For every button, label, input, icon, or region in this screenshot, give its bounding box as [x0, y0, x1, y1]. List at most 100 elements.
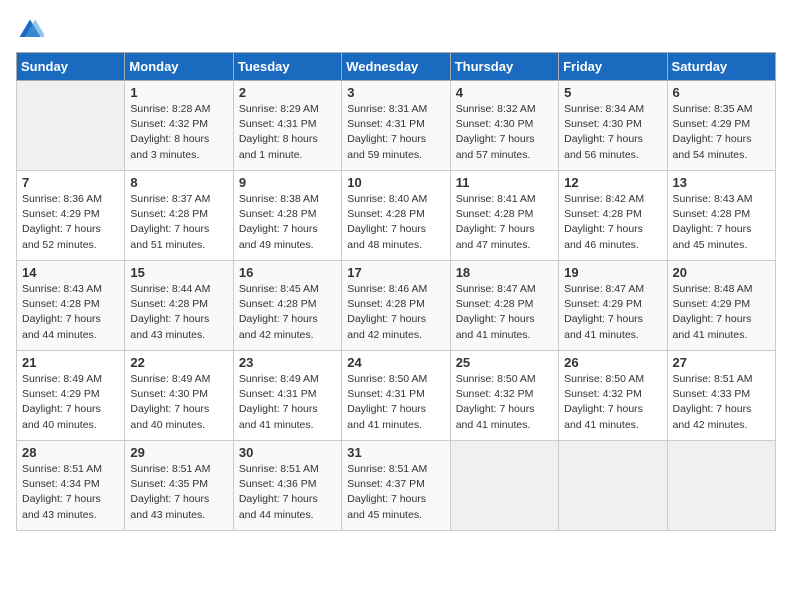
calendar-cell: 8 Sunrise: 8:37 AMSunset: 4:28 PMDaylight… — [125, 171, 233, 261]
day-number: 10 — [347, 175, 444, 190]
calendar-cell: 13 Sunrise: 8:43 AMSunset: 4:28 PMDayligh… — [667, 171, 775, 261]
day-number: 2 — [239, 85, 336, 100]
calendar-cell: 20Sunrise: 8:48 AMSunset: 4:29 PMDayligh… — [667, 261, 775, 351]
day-number: 26 — [564, 355, 661, 370]
day-info: Sunrise: 8:36 AMSunset: 4:29 PMDaylight:… — [22, 192, 119, 253]
calendar-cell: 4Sunrise: 8:32 AMSunset: 4:30 PMDaylight… — [450, 81, 558, 171]
day-number: 22 — [130, 355, 227, 370]
calendar-cell: 26Sunrise: 8:50 AMSunset: 4:32 PMDayligh… — [559, 351, 667, 441]
day-number: 25 — [456, 355, 553, 370]
day-number: 6 — [673, 85, 770, 100]
calendar-cell: 7 Sunrise: 8:36 AMSunset: 4:29 PMDaylight… — [17, 171, 125, 261]
day-info: Sunrise: 8:44 AMSunset: 4:28 PMDaylight:… — [130, 282, 227, 343]
logo — [16, 16, 48, 44]
calendar-cell: 12Sunrise: 8:42 AMSunset: 4:28 PMDayligh… — [559, 171, 667, 261]
calendar-cell — [559, 441, 667, 531]
weekday-header-wednesday: Wednesday — [342, 53, 450, 81]
weekday-header-monday: Monday — [125, 53, 233, 81]
day-number: 27 — [673, 355, 770, 370]
day-info: Sunrise: 8:50 AMSunset: 4:31 PMDaylight:… — [347, 372, 444, 433]
weekday-header-saturday: Saturday — [667, 53, 775, 81]
day-info: Sunrise: 8:51 AMSunset: 4:36 PMDaylight:… — [239, 462, 336, 523]
day-info: Sunrise: 8:51 AMSunset: 4:37 PMDaylight:… — [347, 462, 444, 523]
weekday-header-thursday: Thursday — [450, 53, 558, 81]
calendar-cell: 15 Sunrise: 8:44 AMSunset: 4:28 PMDayligh… — [125, 261, 233, 351]
calendar-cell: 6Sunrise: 8:35 AMSunset: 4:29 PMDaylight… — [667, 81, 775, 171]
day-info: Sunrise: 8:38 AMSunset: 4:28 PMDaylight:… — [239, 192, 336, 253]
calendar-cell: 28Sunrise: 8:51 AMSunset: 4:34 PMDayligh… — [17, 441, 125, 531]
calendar-cell: 5 Sunrise: 8:34 AMSunset: 4:30 PMDaylight… — [559, 81, 667, 171]
calendar-cell: 19 Sunrise: 8:47 AMSunset: 4:29 PMDayligh… — [559, 261, 667, 351]
calendar-cell: 14 Sunrise: 8:43 AMSunset: 4:28 PMDayligh… — [17, 261, 125, 351]
calendar-cell: 17 Sunrise: 8:46 AMSunset: 4:28 PMDayligh… — [342, 261, 450, 351]
day-number: 24 — [347, 355, 444, 370]
day-info: Sunrise: 8:46 AMSunset: 4:28 PMDaylight:… — [347, 282, 444, 343]
calendar-cell: 25 Sunrise: 8:50 AMSunset: 4:32 PMDayligh… — [450, 351, 558, 441]
day-info: Sunrise: 8:49 AMSunset: 4:29 PMDaylight:… — [22, 372, 119, 433]
day-info: Sunrise: 8:40 AMSunset: 4:28 PMDaylight:… — [347, 192, 444, 253]
calendar-cell: 11 Sunrise: 8:41 AMSunset: 4:28 PMDayligh… — [450, 171, 558, 261]
day-info: Sunrise: 8:28 AMSunset: 4:32 PMDaylight:… — [130, 102, 227, 163]
day-info: Sunrise: 8:49 AMSunset: 4:30 PMDaylight:… — [130, 372, 227, 433]
day-info: Sunrise: 8:51 AMSunset: 4:33 PMDaylight:… — [673, 372, 770, 433]
day-info: Sunrise: 8:41 AMSunset: 4:28 PMDaylight:… — [456, 192, 553, 253]
day-info: Sunrise: 8:47 AMSunset: 4:28 PMDaylight:… — [456, 282, 553, 343]
weekday-header-row: SundayMondayTuesdayWednesdayThursdayFrid… — [17, 53, 776, 81]
day-number: 11 — [456, 175, 553, 190]
calendar-cell — [17, 81, 125, 171]
calendar-cell: 22 Sunrise: 8:49 AMSunset: 4:30 PMDayligh… — [125, 351, 233, 441]
calendar-cell: 10 Sunrise: 8:40 AMSunset: 4:28 PMDayligh… — [342, 171, 450, 261]
day-info: Sunrise: 8:48 AMSunset: 4:29 PMDaylight:… — [673, 282, 770, 343]
day-number: 28 — [22, 445, 119, 460]
weekday-header-sunday: Sunday — [17, 53, 125, 81]
day-number: 8 — [130, 175, 227, 190]
logo-icon — [16, 16, 44, 44]
day-info: Sunrise: 8:51 AMSunset: 4:35 PMDaylight:… — [130, 462, 227, 523]
calendar-cell: 31 Sunrise: 8:51 AMSunset: 4:37 PMDayligh… — [342, 441, 450, 531]
day-number: 13 — [673, 175, 770, 190]
day-info: Sunrise: 8:37 AMSunset: 4:28 PMDaylight:… — [130, 192, 227, 253]
calendar-cell: 29 Sunrise: 8:51 AMSunset: 4:35 PMDayligh… — [125, 441, 233, 531]
week-row-1: 1 Sunrise: 8:28 AMSunset: 4:32 PMDaylight… — [17, 81, 776, 171]
day-number: 12 — [564, 175, 661, 190]
calendar-cell: 18 Sunrise: 8:47 AMSunset: 4:28 PMDayligh… — [450, 261, 558, 351]
calendar-cell — [667, 441, 775, 531]
calendar-cell: 30 Sunrise: 8:51 AMSunset: 4:36 PMDayligh… — [233, 441, 341, 531]
day-info: Sunrise: 8:31 AMSunset: 4:31 PMDaylight:… — [347, 102, 444, 163]
day-number: 15 — [130, 265, 227, 280]
day-info: Sunrise: 8:34 AMSunset: 4:30 PMDaylight:… — [564, 102, 661, 163]
week-row-4: 21 Sunrise: 8:49 AMSunset: 4:29 PMDayligh… — [17, 351, 776, 441]
day-number: 9 — [239, 175, 336, 190]
calendar-cell — [450, 441, 558, 531]
weekday-header-tuesday: Tuesday — [233, 53, 341, 81]
day-number: 31 — [347, 445, 444, 460]
day-info: Sunrise: 8:43 AMSunset: 4:28 PMDaylight:… — [673, 192, 770, 253]
calendar-cell: 23Sunrise: 8:49 AMSunset: 4:31 PMDayligh… — [233, 351, 341, 441]
day-number: 7 — [22, 175, 119, 190]
calendar-cell: 2Sunrise: 8:29 AMSunset: 4:31 PMDaylight… — [233, 81, 341, 171]
day-number: 29 — [130, 445, 227, 460]
day-number: 3 — [347, 85, 444, 100]
day-number: 17 — [347, 265, 444, 280]
day-number: 4 — [456, 85, 553, 100]
day-number: 14 — [22, 265, 119, 280]
calendar-cell: 9 Sunrise: 8:38 AMSunset: 4:28 PMDaylight… — [233, 171, 341, 261]
day-info: Sunrise: 8:45 AMSunset: 4:28 PMDaylight:… — [239, 282, 336, 343]
day-number: 21 — [22, 355, 119, 370]
calendar-cell: 24 Sunrise: 8:50 AMSunset: 4:31 PMDayligh… — [342, 351, 450, 441]
weekday-header-friday: Friday — [559, 53, 667, 81]
calendar-table: SundayMondayTuesdayWednesdayThursdayFrid… — [16, 52, 776, 531]
day-number: 18 — [456, 265, 553, 280]
week-row-5: 28Sunrise: 8:51 AMSunset: 4:34 PMDayligh… — [17, 441, 776, 531]
day-number: 23 — [239, 355, 336, 370]
week-row-3: 14 Sunrise: 8:43 AMSunset: 4:28 PMDayligh… — [17, 261, 776, 351]
day-number: 5 — [564, 85, 661, 100]
day-number: 1 — [130, 85, 227, 100]
day-number: 30 — [239, 445, 336, 460]
day-info: Sunrise: 8:43 AMSunset: 4:28 PMDaylight:… — [22, 282, 119, 343]
day-info: Sunrise: 8:50 AMSunset: 4:32 PMDaylight:… — [456, 372, 553, 433]
calendar-cell: 16Sunrise: 8:45 AMSunset: 4:28 PMDayligh… — [233, 261, 341, 351]
page-header — [16, 16, 776, 44]
day-info: Sunrise: 8:47 AMSunset: 4:29 PMDaylight:… — [564, 282, 661, 343]
day-number: 19 — [564, 265, 661, 280]
